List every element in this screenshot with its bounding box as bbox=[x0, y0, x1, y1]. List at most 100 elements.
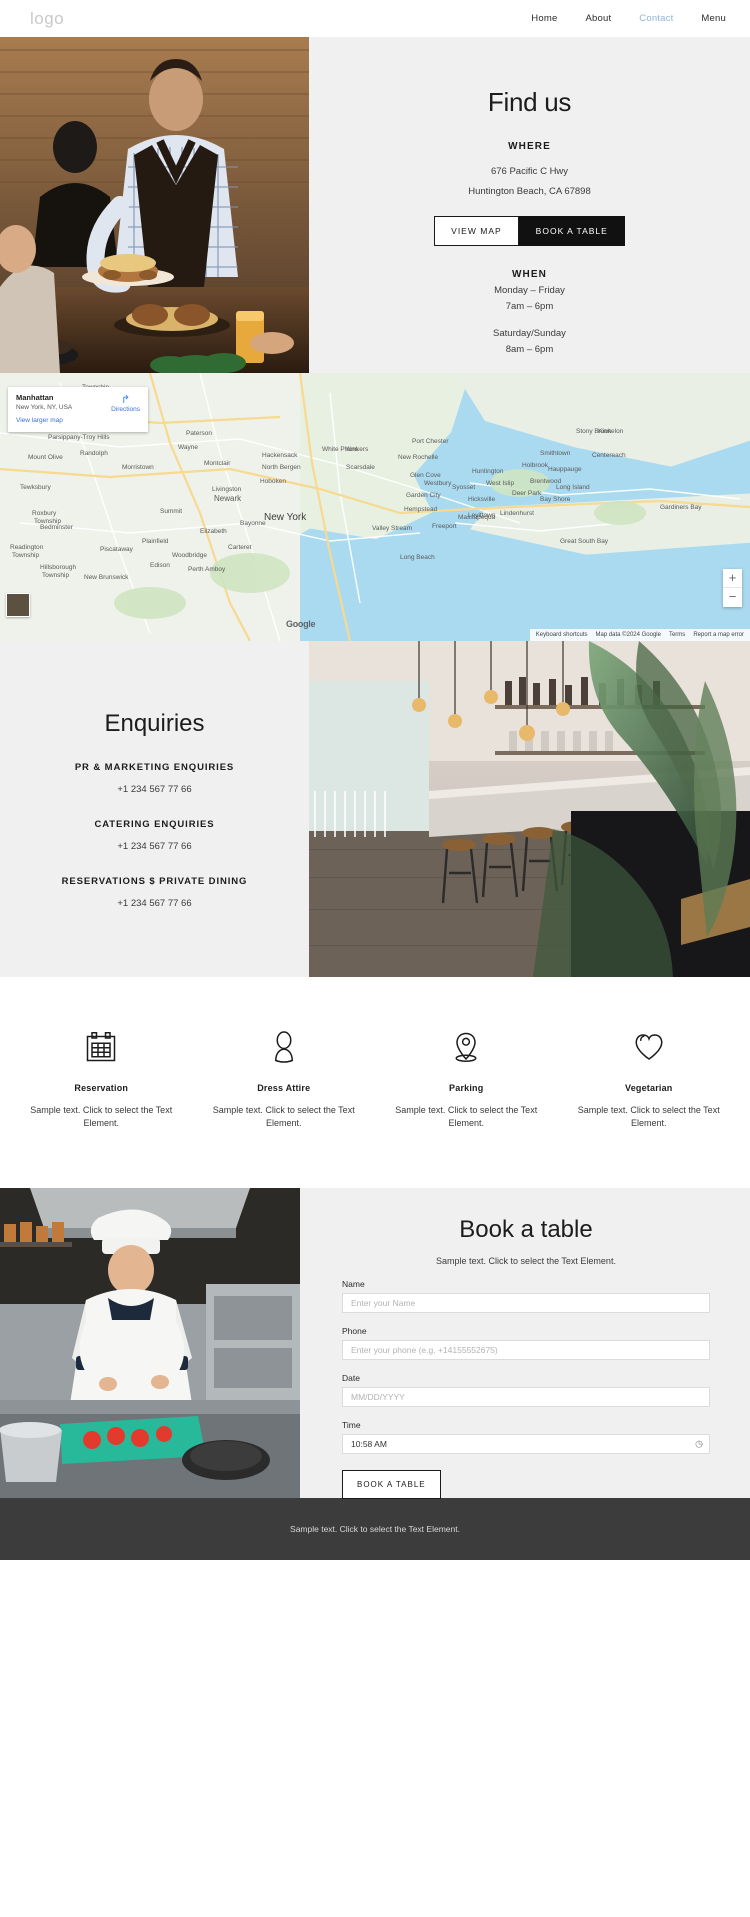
svg-text:Wayne: Wayne bbox=[178, 444, 198, 451]
map-pin-icon bbox=[387, 1025, 546, 1069]
feature-title-reservation: Reservation bbox=[74, 1083, 129, 1093]
svg-text:Westbury: Westbury bbox=[424, 480, 452, 487]
svg-text:Township: Township bbox=[42, 572, 69, 579]
enquiries-photo-interior bbox=[309, 641, 750, 977]
label-date: Date bbox=[342, 1373, 360, 1384]
booking-submit-button[interactable]: BOOK A TABLE bbox=[342, 1470, 441, 1500]
svg-text:Long Beach: Long Beach bbox=[400, 554, 435, 561]
svg-text:Stony Brook: Stony Brook bbox=[576, 428, 612, 435]
map-street-view-thumbnail[interactable] bbox=[6, 593, 30, 617]
svg-text:Glen Cove: Glen Cove bbox=[410, 472, 441, 479]
find-us-panel: Find us WHERE 676 Pacific C Hwy Huntingt… bbox=[309, 37, 750, 373]
enquiry-label-reservations: RESERVATIONS $ PRIVATE DINING bbox=[61, 875, 248, 887]
enquiry-phone-reservations[interactable]: +1 234 567 77 66 bbox=[117, 898, 191, 909]
svg-text:New Brunswick: New Brunswick bbox=[84, 574, 129, 581]
svg-text:Randolph: Randolph bbox=[80, 450, 108, 457]
svg-text:Bay Shore: Bay Shore bbox=[540, 496, 571, 503]
hours-weekday-time: 7am – 6pm bbox=[505, 301, 554, 312]
zoom-out-button[interactable]: − bbox=[723, 588, 742, 607]
zoom-in-button[interactable]: + bbox=[723, 569, 742, 588]
feature-text-vegetarian: Sample text. Click to select the Text El… bbox=[577, 1105, 720, 1129]
booking-subtitle: Sample text. Click to select the Text El… bbox=[436, 1256, 616, 1267]
site-header: logo Home About Contact Menu bbox=[0, 0, 750, 37]
svg-text:Syosset: Syosset bbox=[452, 484, 475, 491]
map-place-card[interactable]: Manhattan New York, NY, USA View larger … bbox=[8, 387, 148, 432]
hero-photo-waiter bbox=[0, 37, 309, 373]
nav-item-about[interactable]: About bbox=[585, 13, 611, 24]
field-time: Time ◷ bbox=[342, 1420, 710, 1455]
directions-arrow-icon: ↱ bbox=[120, 394, 131, 406]
svg-text:North Bergen: North Bergen bbox=[262, 464, 301, 471]
map-zoom-controls[interactable]: + − bbox=[723, 569, 742, 607]
label-time: Time bbox=[342, 1420, 361, 1431]
features-section: Reservation Sample text. Click to select… bbox=[0, 977, 750, 1189]
booking-form: Book a table Sample text. Click to selec… bbox=[300, 1188, 750, 1500]
svg-text:Gardiners Bay: Gardiners Bay bbox=[660, 504, 702, 511]
clock-icon[interactable]: ◷ bbox=[695, 1439, 703, 1450]
svg-text:Readington: Readington bbox=[10, 544, 44, 551]
map-directions-button[interactable]: ↱ Directions bbox=[111, 394, 140, 414]
google-logo: Google bbox=[286, 619, 316, 629]
time-input[interactable] bbox=[342, 1434, 710, 1455]
svg-text:Scarsdale: Scarsdale bbox=[346, 464, 375, 471]
nav-item-home[interactable]: Home bbox=[531, 13, 557, 24]
svg-text:Great South Bay: Great South Bay bbox=[560, 538, 609, 545]
enquiry-label-pr: PR & MARKETING ENQUIRIES bbox=[74, 761, 235, 773]
field-phone: Phone bbox=[342, 1326, 710, 1361]
svg-text:Carteret: Carteret bbox=[228, 544, 252, 551]
enquiries-panel: Enquiries PR & MARKETING ENQUIRIES +1 23… bbox=[0, 641, 309, 977]
svg-text:Tewksbury: Tewksbury bbox=[20, 484, 51, 491]
enquiries-section: Enquiries PR & MARKETING ENQUIRIES +1 23… bbox=[0, 641, 750, 977]
enquiry-phone-catering[interactable]: +1 234 567 77 66 bbox=[117, 841, 191, 852]
feature-dress-attire: Dress Attire Sample text. Click to selec… bbox=[193, 1025, 376, 1130]
hours-weekend-time: 8am – 6pm bbox=[505, 344, 554, 355]
find-us-title: Find us bbox=[487, 87, 572, 117]
nav-item-contact[interactable]: Contact bbox=[639, 13, 673, 24]
phone-input[interactable] bbox=[342, 1340, 710, 1361]
svg-text:Elizabeth: Elizabeth bbox=[200, 528, 227, 535]
nav-item-menu[interactable]: Menu bbox=[701, 13, 726, 24]
date-input[interactable] bbox=[342, 1387, 710, 1408]
svg-text:New Rochelle: New Rochelle bbox=[398, 454, 438, 461]
svg-text:Hackensack: Hackensack bbox=[262, 452, 298, 459]
svg-text:Hillsborough: Hillsborough bbox=[40, 564, 77, 571]
hero-section: Find us WHERE 676 Pacific C Hwy Huntingt… bbox=[0, 37, 750, 373]
feature-text-reservation: Sample text. Click to select the Text El… bbox=[30, 1105, 173, 1129]
name-input[interactable] bbox=[342, 1293, 710, 1314]
feature-title-parking: Parking bbox=[449, 1083, 484, 1093]
svg-text:West Islip: West Islip bbox=[486, 480, 514, 487]
svg-text:Plainfield: Plainfield bbox=[142, 538, 169, 545]
svg-text:Township: Township bbox=[34, 518, 61, 525]
svg-text:Woodbridge: Woodbridge bbox=[172, 552, 207, 559]
svg-text:Massapequa: Massapequa bbox=[458, 514, 496, 521]
svg-text:Deer Park: Deer Park bbox=[512, 490, 542, 497]
book-a-table-button[interactable]: BOOK A TABLE bbox=[518, 216, 625, 246]
svg-text:Holbrook: Holbrook bbox=[522, 462, 549, 469]
svg-text:Bayonne: Bayonne bbox=[240, 520, 266, 527]
feature-text-dress-attire: Sample text. Click to select the Text El… bbox=[212, 1105, 355, 1129]
hours-weekend-days: Saturday/Sunday bbox=[493, 328, 566, 339]
svg-text:Township: Township bbox=[12, 552, 39, 559]
site-logo[interactable]: logo bbox=[30, 9, 64, 29]
map-attribution-bar: Keyboard shortcuts Map data ©2024 Google… bbox=[529, 629, 750, 641]
hours-weekday-days: Monday – Friday bbox=[494, 285, 565, 296]
google-map[interactable]: Yonkers New Rochelle Paterson Hoboken Ne… bbox=[0, 373, 750, 641]
terms-link[interactable]: Terms bbox=[669, 632, 685, 638]
report-error-link[interactable]: Report a map error bbox=[693, 632, 744, 638]
when-label: WHEN bbox=[512, 269, 547, 280]
svg-text:Hauppauge: Hauppauge bbox=[548, 466, 582, 473]
svg-text:Edison: Edison bbox=[150, 562, 170, 569]
svg-text:Garden City: Garden City bbox=[406, 492, 441, 499]
map-directions-label: Directions bbox=[111, 406, 140, 413]
svg-text:Piscataway: Piscataway bbox=[100, 546, 134, 553]
keyboard-shortcuts-link[interactable]: Keyboard shortcuts bbox=[536, 632, 588, 638]
time-input-wrapper: ◷ bbox=[342, 1434, 710, 1455]
view-map-button[interactable]: VIEW MAP bbox=[434, 216, 519, 246]
svg-text:Paterson: Paterson bbox=[186, 430, 212, 437]
svg-text:Long Island: Long Island bbox=[556, 484, 590, 491]
svg-text:Newark: Newark bbox=[214, 494, 242, 503]
view-larger-map-link[interactable]: View larger map bbox=[16, 417, 140, 424]
svg-text:Roxbury: Roxbury bbox=[32, 510, 57, 517]
person-icon bbox=[205, 1025, 364, 1069]
enquiry-phone-pr[interactable]: +1 234 567 77 66 bbox=[117, 784, 191, 795]
